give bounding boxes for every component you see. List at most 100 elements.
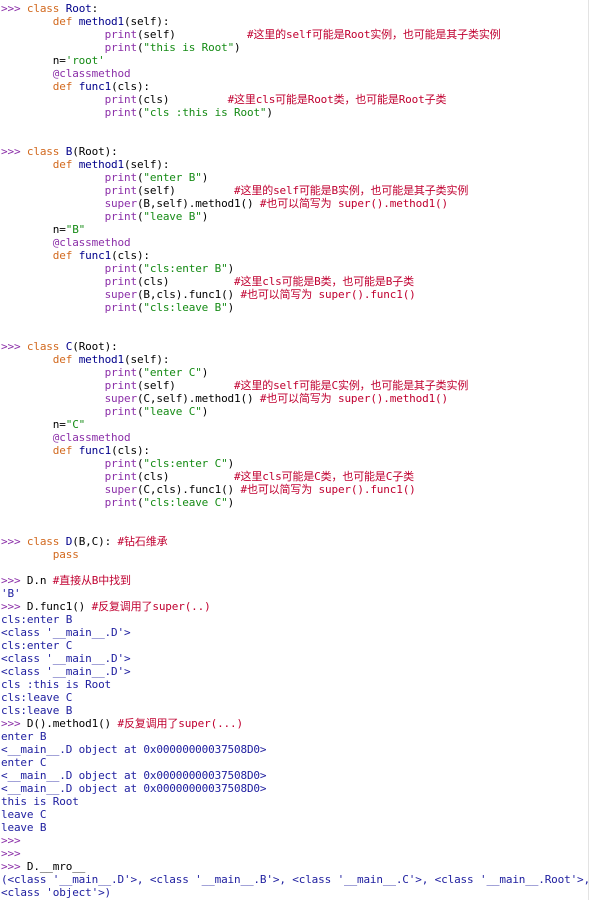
- token-kw: class: [26, 340, 60, 353]
- token-def: method1: [78, 15, 124, 28]
- token-builtin: print: [104, 379, 138, 392]
- console-line: cls:enter C: [0, 639, 599, 652]
- console-line: def method1(self):: [0, 15, 599, 28]
- token-plain: ): [201, 366, 209, 379]
- token-plain: (self): [136, 379, 176, 392]
- token-builtin: @classmethod: [52, 67, 131, 80]
- right-gutter-rule: [588, 0, 589, 900]
- console-line: print("leave C"): [0, 405, 599, 418]
- console-line: <class '__main__.D'>: [0, 626, 599, 639]
- console-line: super(C,cls).func1() #也可以简写为 super().fun…: [0, 483, 599, 496]
- console-line: n="C": [0, 418, 599, 431]
- token-def: func1: [78, 249, 112, 262]
- token-output: 'B': [1, 587, 21, 600]
- console-line: print("cls:enter B"): [0, 262, 599, 275]
- token-plain: (Root):: [72, 340, 118, 353]
- python-shell-console[interactable]: >>> class Root: def method1(self): print…: [0, 0, 599, 900]
- token-builtin: print: [104, 275, 138, 288]
- token-str: "cls:leave C": [143, 496, 228, 509]
- token-comment: #反复调用了super(..): [91, 600, 211, 613]
- token-plain: (self): [136, 184, 176, 197]
- token-output: <class '__main__.D'>: [1, 665, 131, 678]
- console-line: n='root': [0, 54, 599, 67]
- token-builtin: print: [104, 366, 138, 379]
- console-line: >>> D().method1() #反复调用了super(...): [0, 717, 599, 730]
- console-line: super(B,cls).func1() #也可以简写为 super().fun…: [0, 288, 599, 301]
- token-output: cls :this is Root: [1, 678, 112, 691]
- token-builtin: print: [104, 301, 138, 314]
- token-builtin: print: [104, 93, 138, 106]
- token-kw: class: [26, 145, 60, 158]
- token-builtin: print: [104, 184, 138, 197]
- token-plain: D.func1(): [26, 600, 92, 613]
- token-comment: #这里的self可能是B实例，也可能是其子类实例: [234, 184, 469, 197]
- console-line: def method1(self):: [0, 158, 599, 171]
- console-line: <class '__main__.D'>: [0, 665, 599, 678]
- token-builtin: print: [104, 210, 138, 223]
- token-builtin: print: [104, 41, 138, 54]
- token-plain: (self):: [124, 353, 170, 366]
- token-kw: def: [52, 444, 73, 457]
- token-plain: ): [234, 41, 241, 54]
- token-comment: #这里的self可能是C实例，也可能是其子类实例: [234, 379, 469, 392]
- token-plain: (Root):: [72, 145, 118, 158]
- token-prompt: >>>: [1, 145, 27, 158]
- token-output: enter C: [1, 756, 47, 769]
- token-prompt: >>>: [1, 340, 27, 353]
- console-line: >>>: [0, 834, 599, 847]
- token-plain: (cls):: [111, 249, 150, 262]
- token-str: "cls:leave B": [143, 301, 228, 314]
- console-line: print("enter C"): [0, 366, 599, 379]
- console-line: <__main__.D object at 0x00000000037508D0…: [0, 769, 599, 782]
- console-line: print(cls) #这里cls可能是B类，也可能是B子类: [0, 275, 599, 288]
- token-kw: def: [52, 80, 73, 93]
- token-comment: #也可以简写为 super().func1(): [240, 288, 416, 301]
- console-line: print(self) #这里的self可能是Root实例，也可能是其子类实例: [0, 28, 599, 41]
- console-line: print(cls) #这里cls可能是Root类，也可能是Root子类: [0, 93, 599, 106]
- token-def: func1: [78, 444, 112, 457]
- console-line: >>> class C(Root):: [0, 340, 599, 353]
- console-line: enter C: [0, 756, 599, 769]
- token-prompt: >>>: [1, 2, 27, 15]
- console-line: def func1(cls):: [0, 80, 599, 93]
- token-output: cls:leave C: [1, 691, 73, 704]
- console-line: cls:enter B: [0, 613, 599, 626]
- token-kw: class: [26, 535, 60, 548]
- token-plain: D.__mro__: [26, 860, 86, 873]
- token-str: "C": [65, 418, 86, 431]
- token-builtin: print: [104, 106, 138, 119]
- console-line: def func1(cls):: [0, 444, 599, 457]
- token-builtin: super: [104, 483, 138, 496]
- console-line: print(self) #这里的self可能是C实例，也可能是其子类实例: [0, 379, 599, 392]
- console-line: enter B: [0, 730, 599, 743]
- console-line: print("leave B"): [0, 210, 599, 223]
- token-builtin: print: [104, 262, 138, 275]
- token-comment: #直接从B中找到: [52, 574, 131, 587]
- token-str: "B": [65, 223, 86, 236]
- token-output: cls:leave B: [1, 704, 73, 717]
- token-kw: def: [52, 353, 73, 366]
- token-builtin: super: [104, 288, 138, 301]
- token-builtin: print: [104, 171, 138, 184]
- console-line: >>> D.func1() #反复调用了super(..): [0, 600, 599, 613]
- token-str: "leave C": [143, 405, 202, 418]
